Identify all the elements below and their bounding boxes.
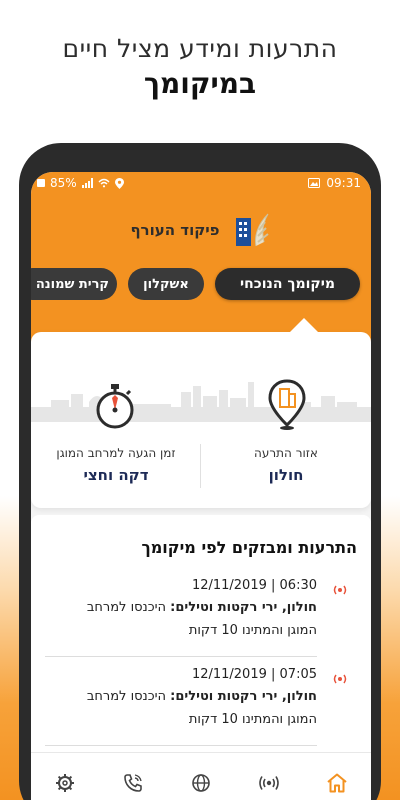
arrival-time-value: דקה וחצי	[83, 466, 149, 484]
stopwatch-icon	[96, 384, 134, 429]
nav-web[interactable]	[181, 763, 221, 800]
status-bar: 85% 09:31	[31, 176, 371, 194]
alert-headline: חולון, ירי רקטות וטילים:	[170, 600, 317, 615]
location-icon	[114, 177, 124, 189]
app-screen: 85% 09:31 פיקוד העורף מיקומך הנוכחי אשקל…	[31, 172, 371, 800]
app-header: פיקוד העורף	[31, 210, 371, 250]
chip-label: אשקלון	[143, 276, 189, 292]
image-notification-icon	[308, 178, 321, 188]
nav-settings[interactable]	[45, 763, 85, 800]
gear-icon	[56, 773, 74, 792]
app-name: פיקוד העורף	[130, 221, 220, 239]
alerts-section-title: התרעות ומבזקים לפי מיקומך	[141, 538, 357, 557]
arrival-time-block: זמן הגעה למרחב המוגן דקה וחצי	[31, 446, 201, 484]
nav-contact[interactable]	[113, 763, 153, 800]
alert-area-block: אזור התרעה חולון	[201, 446, 371, 484]
broadcast-icon	[259, 775, 279, 790]
home-front-command-logo	[235, 213, 269, 247]
alert-divider	[45, 745, 317, 746]
alert-broadcast-icon	[333, 585, 347, 595]
chip-label: קרית שמונה	[35, 276, 109, 292]
wifi-icon	[98, 178, 110, 188]
promo-headline-line1: התרעות ומידע מציל חיים	[62, 34, 338, 63]
card-pointer	[288, 318, 320, 334]
phone-icon	[124, 773, 142, 792]
arrival-time-label: זמן הגעה למרחב המוגן	[56, 446, 176, 460]
alert-body: חולון, ירי רקטות וטילים: היכנסו למרחב המ…	[67, 596, 317, 642]
alert-area-value: חולון	[268, 466, 304, 484]
chip-kiryat-shmona[interactable]: קרית שמונה	[31, 268, 117, 300]
alert-area-label: אזור התרעה	[254, 446, 318, 460]
alert-headline: חולון, ירי רקטות וטילים:	[170, 689, 317, 704]
signal-icon	[81, 178, 93, 188]
globe-icon	[192, 773, 210, 792]
location-pin-building-icon	[268, 379, 306, 430]
promo-headline-line2: במיקומך	[143, 67, 257, 100]
chip-label: מיקומך הנוכחי	[240, 276, 335, 292]
alert-broadcast-icon	[333, 674, 347, 684]
alert-item[interactable]: 06:30 | 12/11/2019 חולון, ירי רקטות וטיל…	[67, 578, 317, 642]
alert-datetime: 07:05 | 12/11/2019	[191, 667, 317, 682]
bottom-nav	[31, 752, 371, 800]
chip-current-location[interactable]: מיקומך הנוכחי	[215, 268, 360, 300]
nav-home[interactable]	[317, 763, 357, 800]
chip-ashkelon[interactable]: אשקלון	[128, 268, 204, 300]
promo-headline: התרעות ומידע מציל חיים במיקומך	[0, 34, 400, 100]
city-skyline	[31, 382, 371, 422]
notification-icon	[37, 179, 45, 187]
alert-datetime: 06:30 | 12/11/2019	[191, 578, 317, 593]
status-time: 09:31	[326, 176, 361, 190]
nav-alerts[interactable]	[249, 763, 289, 800]
alert-divider	[45, 656, 317, 657]
alert-body: חולון, ירי רקטות וטילים: היכנסו למרחב המ…	[67, 685, 317, 731]
header-background	[31, 172, 371, 347]
alert-item[interactable]: 07:05 | 12/11/2019 חולון, ירי רקטות וטיל…	[67, 667, 317, 731]
home-icon	[327, 773, 347, 792]
battery-percent: 85%	[50, 176, 77, 190]
